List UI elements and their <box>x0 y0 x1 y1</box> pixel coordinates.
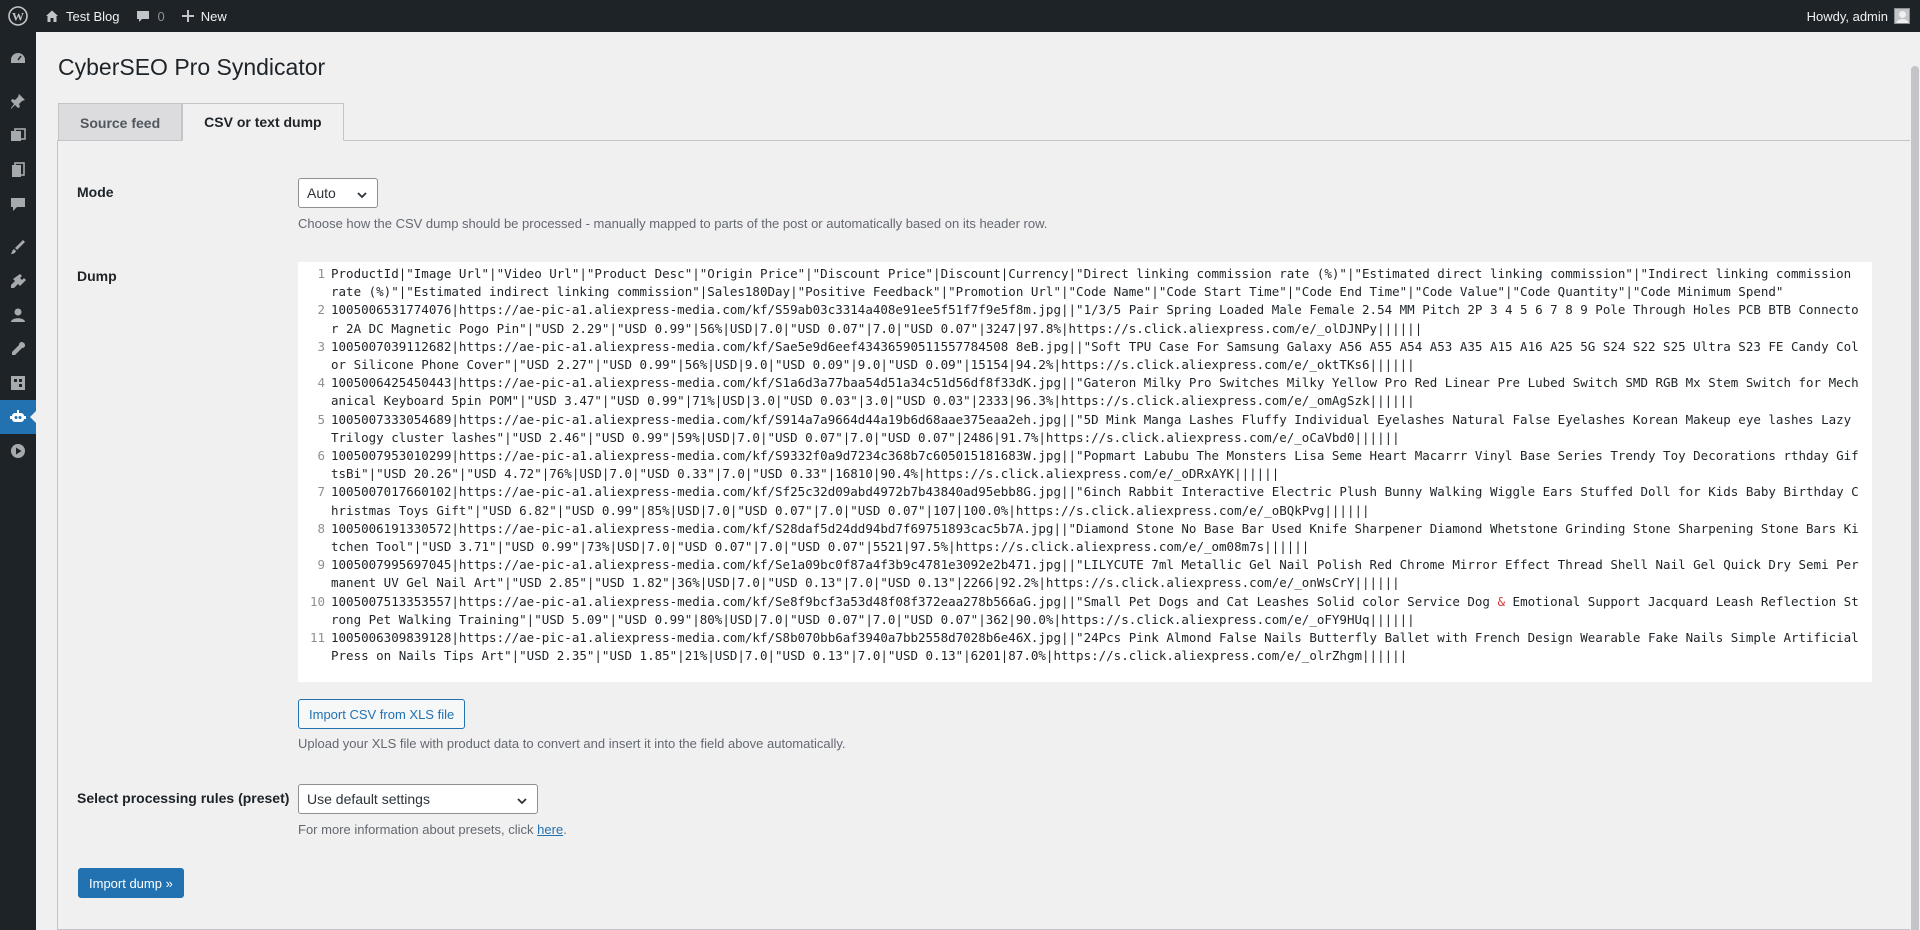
appearance-icon[interactable] <box>0 230 36 264</box>
tab-bar: Source feed CSV or text dump <box>58 103 344 141</box>
line-number: 10 <box>298 592 331 630</box>
preset-description-end: . <box>563 822 567 837</box>
line-text: 1005006191330572|https://ae-pic-a1.aliex… <box>331 520 1859 555</box>
preset-select-value: Use default settings <box>307 791 430 807</box>
dump-line: 11 1005006309839128|https://ae-pic-a1.ali… <box>298 629 1872 666</box>
comments-icon[interactable] <box>0 187 36 221</box>
preset-description-text: For more information about presets, clic… <box>298 822 538 837</box>
mode-select-value: Auto <box>307 185 336 201</box>
tab-csv-dump[interactable]: CSV or text dump <box>182 103 344 141</box>
settings-icon[interactable] <box>0 366 36 400</box>
pages-icon[interactable] <box>0 153 36 187</box>
dump-textarea[interactable]: 1 ProductId|"Image Url"|"Video Url"|"Prod… <box>298 262 1872 682</box>
dump-line: 5 1005007333054689|https://ae-pic-a1.alie… <box>298 410 1872 448</box>
line-text: ProductId|"Image Url"|"Video Url"|"Produ… <box>331 266 1859 300</box>
line-text: 1005007995697045|https://ae-pic-a1.aliex… <box>331 557 1859 591</box>
plugins-icon[interactable] <box>0 264 36 298</box>
line-number: 9 <box>298 556 331 593</box>
home-icon <box>44 8 60 24</box>
admin-bar: W Test Blog 0 New Howdy, admin <box>0 0 1920 32</box>
line-text: 1005006531774076|https://ae-pic-a1.aliex… <box>331 302 1859 336</box>
page-scrollbar-thumb[interactable] <box>1911 66 1919 930</box>
presets-help-link[interactable]: here <box>537 822 563 837</box>
mode-label: Mode <box>77 184 114 200</box>
dump-line: 3 1005007039112682|https://ae-pic-a1.alie… <box>298 337 1872 375</box>
line-text-part: 1005007513353557|https://ae-pic-a1.aliex… <box>331 593 1498 609</box>
dump-line: 9 1005007995697045|https://ae-pic-a1.alie… <box>298 556 1872 593</box>
dump-line: 7 1005007017660102|https://ae-pic-a1.alie… <box>298 483 1872 520</box>
my-account-link[interactable]: Howdy, admin <box>1799 0 1920 32</box>
dump-line: 6 1005007953010299|https://ae-pic-a1.alie… <box>298 447 1872 484</box>
new-label: New <box>200 8 227 24</box>
import-dump-button[interactable]: Import dump » <box>78 868 184 898</box>
import-xls-description: Upload your XLS file with product data t… <box>298 736 846 751</box>
dump-label: Dump <box>77 268 117 284</box>
play-icon[interactable] <box>0 434 36 468</box>
wordpress-logo-icon[interactable]: W <box>0 0 36 32</box>
avatar <box>1894 8 1910 24</box>
howdy-text: Howdy, admin <box>1806 8 1888 24</box>
posts-icon[interactable] <box>0 85 36 119</box>
import-xls-button[interactable]: Import CSV from XLS file <box>298 699 466 729</box>
tools-icon[interactable] <box>0 332 36 366</box>
line-text: 1005007017660102|https://ae-pic-a1.aliex… <box>331 484 1859 518</box>
line-text: 1005006425450443|https://ae-pic-a1.aliex… <box>331 375 1859 409</box>
preset-select[interactable]: Use default settings <box>298 784 538 814</box>
line-number: 1 <box>298 265 331 302</box>
line-number: 11 <box>298 629 331 666</box>
mode-select[interactable]: Auto <box>298 178 378 208</box>
line-text: 1005007513353557|https://ae-pic-a1.aliex… <box>331 593 1872 629</box>
line-number: 6 <box>298 447 331 484</box>
comments-link[interactable]: 0 <box>127 0 172 32</box>
line-number: 4 <box>298 374 331 411</box>
new-content-link[interactable]: New <box>173 0 235 32</box>
line-number: 7 <box>298 483 331 520</box>
line-text: 1005007333054689|https://ae-pic-a1.aliex… <box>331 411 1859 445</box>
cyberseo-icon[interactable] <box>0 400 36 434</box>
admin-menu <box>0 32 36 930</box>
preset-label: Select processing rules (preset) <box>77 790 290 806</box>
page-scrollbar[interactable] <box>1910 32 1920 930</box>
ampersand-highlight: & <box>1497 593 1506 609</box>
chevron-down-icon <box>356 188 368 204</box>
tab-source-feed[interactable]: Source feed <box>58 103 183 141</box>
line-text: 1005007953010299|https://ae-pic-a1.aliex… <box>331 448 1859 482</box>
line-text: 1005006309839128|https://ae-pic-a1.aliex… <box>331 630 1867 664</box>
svg-text:W: W <box>12 10 24 24</box>
site-name-link[interactable]: Test Blog <box>36 0 127 32</box>
users-icon[interactable] <box>0 298 36 332</box>
dashboard-icon[interactable] <box>0 42 36 76</box>
dump-line: 4 1005006425450443|https://ae-pic-a1.alie… <box>298 374 1872 411</box>
line-number: 8 <box>298 519 331 557</box>
comment-bubble-icon <box>135 8 151 24</box>
site-name: Test Blog <box>66 8 120 24</box>
chevron-down-icon <box>516 794 528 810</box>
line-number: 5 <box>298 410 331 448</box>
page-title: CyberSEO Pro Syndicator <box>58 54 326 80</box>
preset-description: For more information about presets, clic… <box>298 822 567 837</box>
dump-line: 10 1005007513353557|https://ae-pic-a1.ali… <box>298 592 1872 630</box>
line-text: 1005007039112682|https://ae-pic-a1.aliex… <box>331 338 1859 373</box>
media-icon[interactable] <box>0 119 36 153</box>
line-number: 2 <box>298 301 331 338</box>
dump-line: 2 1005006531774076|https://ae-pic-a1.alie… <box>298 301 1872 338</box>
plus-icon <box>181 9 195 23</box>
line-number: 3 <box>298 337 331 375</box>
comments-count: 0 <box>157 8 165 24</box>
main-content: CyberSEO Pro Syndicator Source feed CSV … <box>36 32 1920 930</box>
mode-description: Choose how the CSV dump should be proces… <box>298 216 1048 231</box>
dump-line: 8 1005006191330572|https://ae-pic-a1.alie… <box>298 519 1872 557</box>
dump-line: 1 ProductId|"Image Url"|"Video Url"|"Prod… <box>298 265 1872 302</box>
